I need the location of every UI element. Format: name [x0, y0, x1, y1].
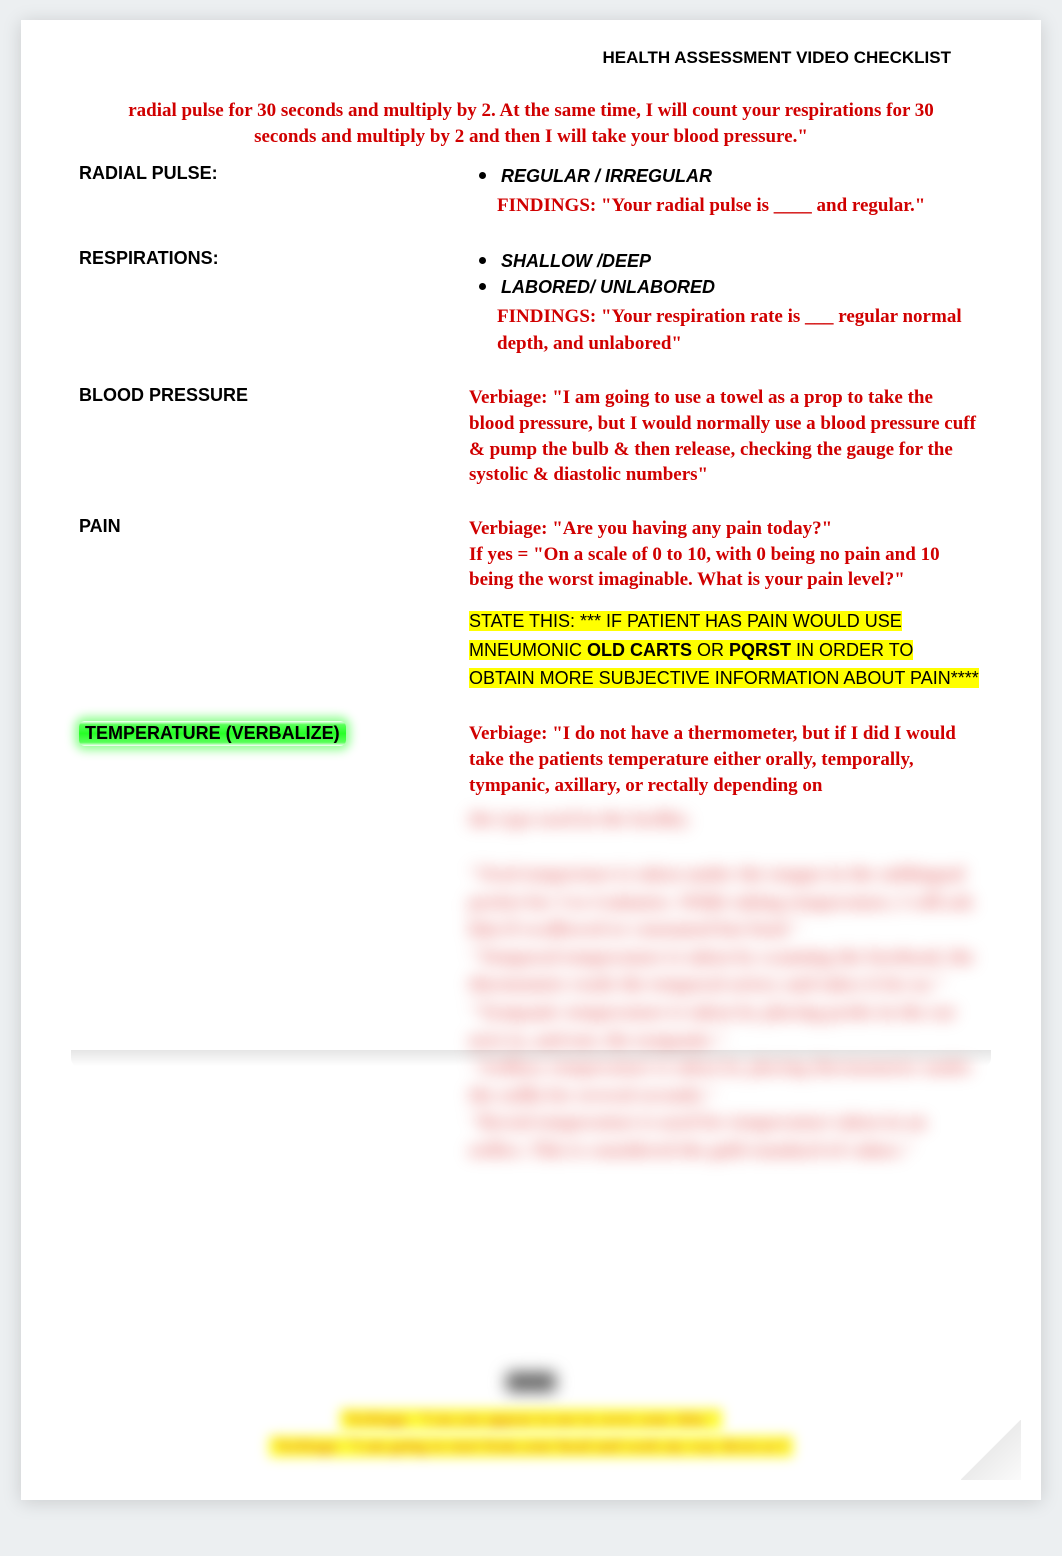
footer-mark	[506, 1372, 556, 1392]
temperature-verbiage: Verbiage: "I do not have a thermometer, …	[469, 721, 983, 798]
temperature-label: TEMPERATURE (VERBALIZE)	[79, 721, 346, 746]
page-corner-fold	[961, 1420, 1021, 1480]
page-header: HEALTH ASSESSMENT VIDEO CHECKLIST	[21, 20, 1041, 98]
row-radial-pulse: RADIAL PULSE: REGULAR / IRREGULAR FINDIN…	[71, 153, 991, 238]
resp-bullet-depth: SHALLOW /DEEP	[473, 248, 983, 274]
footer-blur-line-1: Verbiage: "Can you appear to use to cove…	[340, 1409, 723, 1430]
pain-label: PAIN	[79, 516, 121, 536]
header-title: HEALTH ASSESSMENT VIDEO CHECKLIST	[602, 48, 951, 67]
pain-state-pqrst: PQRST	[729, 640, 791, 660]
respirations-label: RESPIRATIONS:	[79, 248, 219, 268]
footer-blur-line-2: Verbiage: "I am going to start from your…	[269, 1436, 792, 1457]
bp-label: BLOOD PRESSURE	[79, 385, 248, 405]
pain-state-old-carts: OLD CARTS	[587, 640, 692, 660]
radial-findings: FINDINGS: "Your radial pulse is ____ and…	[469, 193, 983, 220]
row-pain: PAIN Verbiage: "Are you having any pain …	[71, 506, 991, 711]
radial-bullet-regular: REGULAR / IRREGULAR	[473, 163, 983, 189]
pain-verbiage: Verbiage: "Are you having any pain today…	[469, 516, 983, 593]
footer-blurred-area: Verbiage: "Can you appear to use to cove…	[21, 1360, 1041, 1460]
row-respirations: RESPIRATIONS: SHALLOW /DEEP LABORED/ UNL…	[71, 238, 991, 375]
radial-pulse-label: RADIAL PULSE:	[79, 163, 218, 183]
pain-state-note: STATE THIS: *** IF PATIENT HAS PAIN WOUL…	[469, 611, 979, 689]
resp-findings: FINDINGS: "Your respiration rate is ___ …	[469, 304, 983, 357]
row-blood-pressure: BLOOD PRESSURE Verbiage: "I am going to …	[71, 375, 991, 506]
bp-verbiage: Verbiage: "I am going to use a towel as …	[469, 385, 983, 488]
resp-bullet-labored: LABORED/ UNLABORED	[473, 274, 983, 300]
temperature-blurred-content: the type used in the facility. "Oral tem…	[469, 806, 983, 1164]
row-temperature: TEMPERATURE (VERBALIZE) Verbiage: "I do …	[71, 711, 991, 1182]
document-page: HEALTH ASSESSMENT VIDEO CHECKLIST radial…	[21, 20, 1041, 1500]
pain-state-mid: OR	[692, 640, 729, 660]
intro-verbiage: radial pulse for 30 seconds and multiply…	[21, 98, 1041, 153]
checklist-table: RADIAL PULSE: REGULAR / IRREGULAR FINDIN…	[71, 153, 991, 1182]
